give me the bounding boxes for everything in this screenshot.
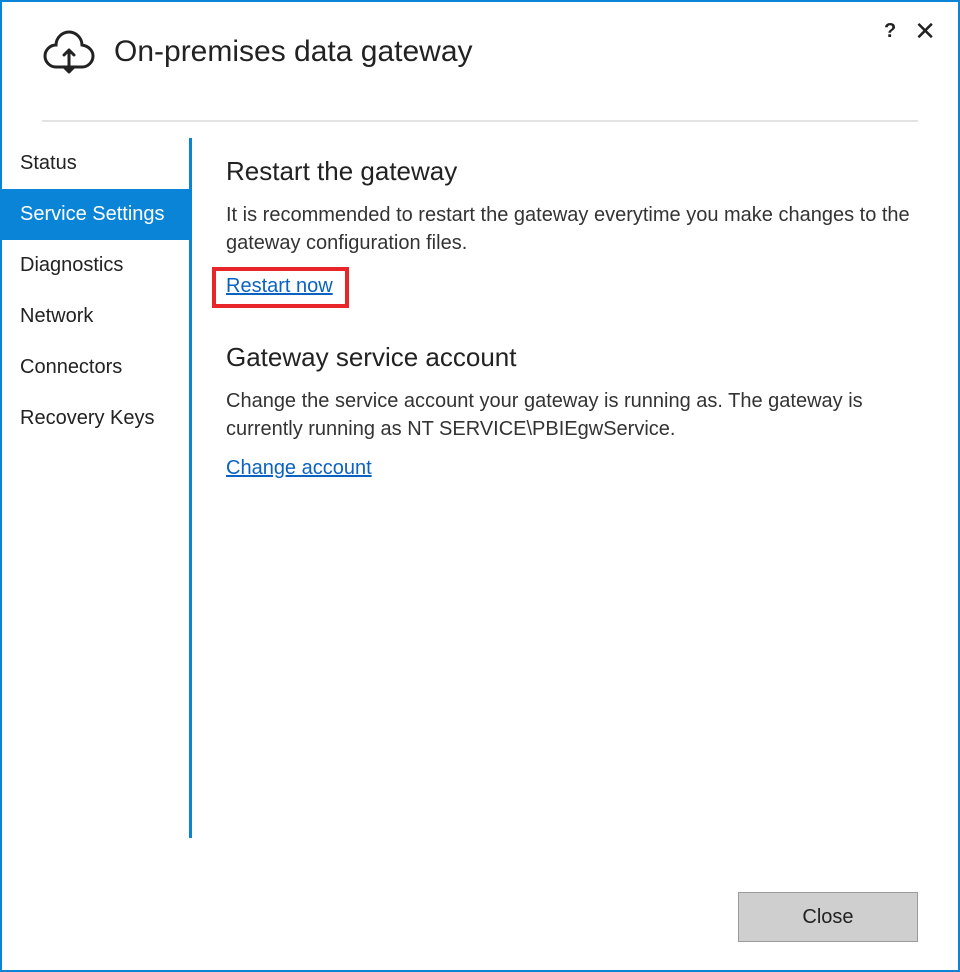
service-account-title: Gateway service account <box>226 342 918 373</box>
restart-section-desc: It is recommended to restart the gateway… <box>226 201 918 257</box>
service-account-desc: Change the service account your gateway … <box>226 387 918 443</box>
header-divider <box>42 120 918 122</box>
restart-highlight: Restart now <box>212 267 349 308</box>
sidebar-item-network[interactable]: Network <box>2 291 189 342</box>
app-title: On-premises data gateway <box>114 35 473 69</box>
change-account-link[interactable]: Change account <box>226 457 372 479</box>
sidebar-item-status[interactable]: Status <box>2 138 189 189</box>
content-area: Restart the gateway It is recommended to… <box>192 138 958 838</box>
help-icon[interactable]: ? <box>884 20 896 43</box>
sidebar-item-recovery-keys[interactable]: Recovery Keys <box>2 393 189 444</box>
restart-now-link[interactable]: Restart now <box>226 275 333 297</box>
cloud-gateway-icon <box>42 30 96 74</box>
sidebar: Status Service Settings Diagnostics Netw… <box>2 138 192 838</box>
sidebar-item-connectors[interactable]: Connectors <box>2 342 189 393</box>
sidebar-item-diagnostics[interactable]: Diagnostics <box>2 240 189 291</box>
close-icon[interactable]: ✕ <box>914 18 936 44</box>
sidebar-item-service-settings[interactable]: Service Settings <box>2 189 189 240</box>
titlebar: On-premises data gateway ? ✕ <box>2 2 958 84</box>
close-button[interactable]: Close <box>738 892 918 942</box>
footer: Close <box>738 892 918 942</box>
restart-section-title: Restart the gateway <box>226 156 918 187</box>
